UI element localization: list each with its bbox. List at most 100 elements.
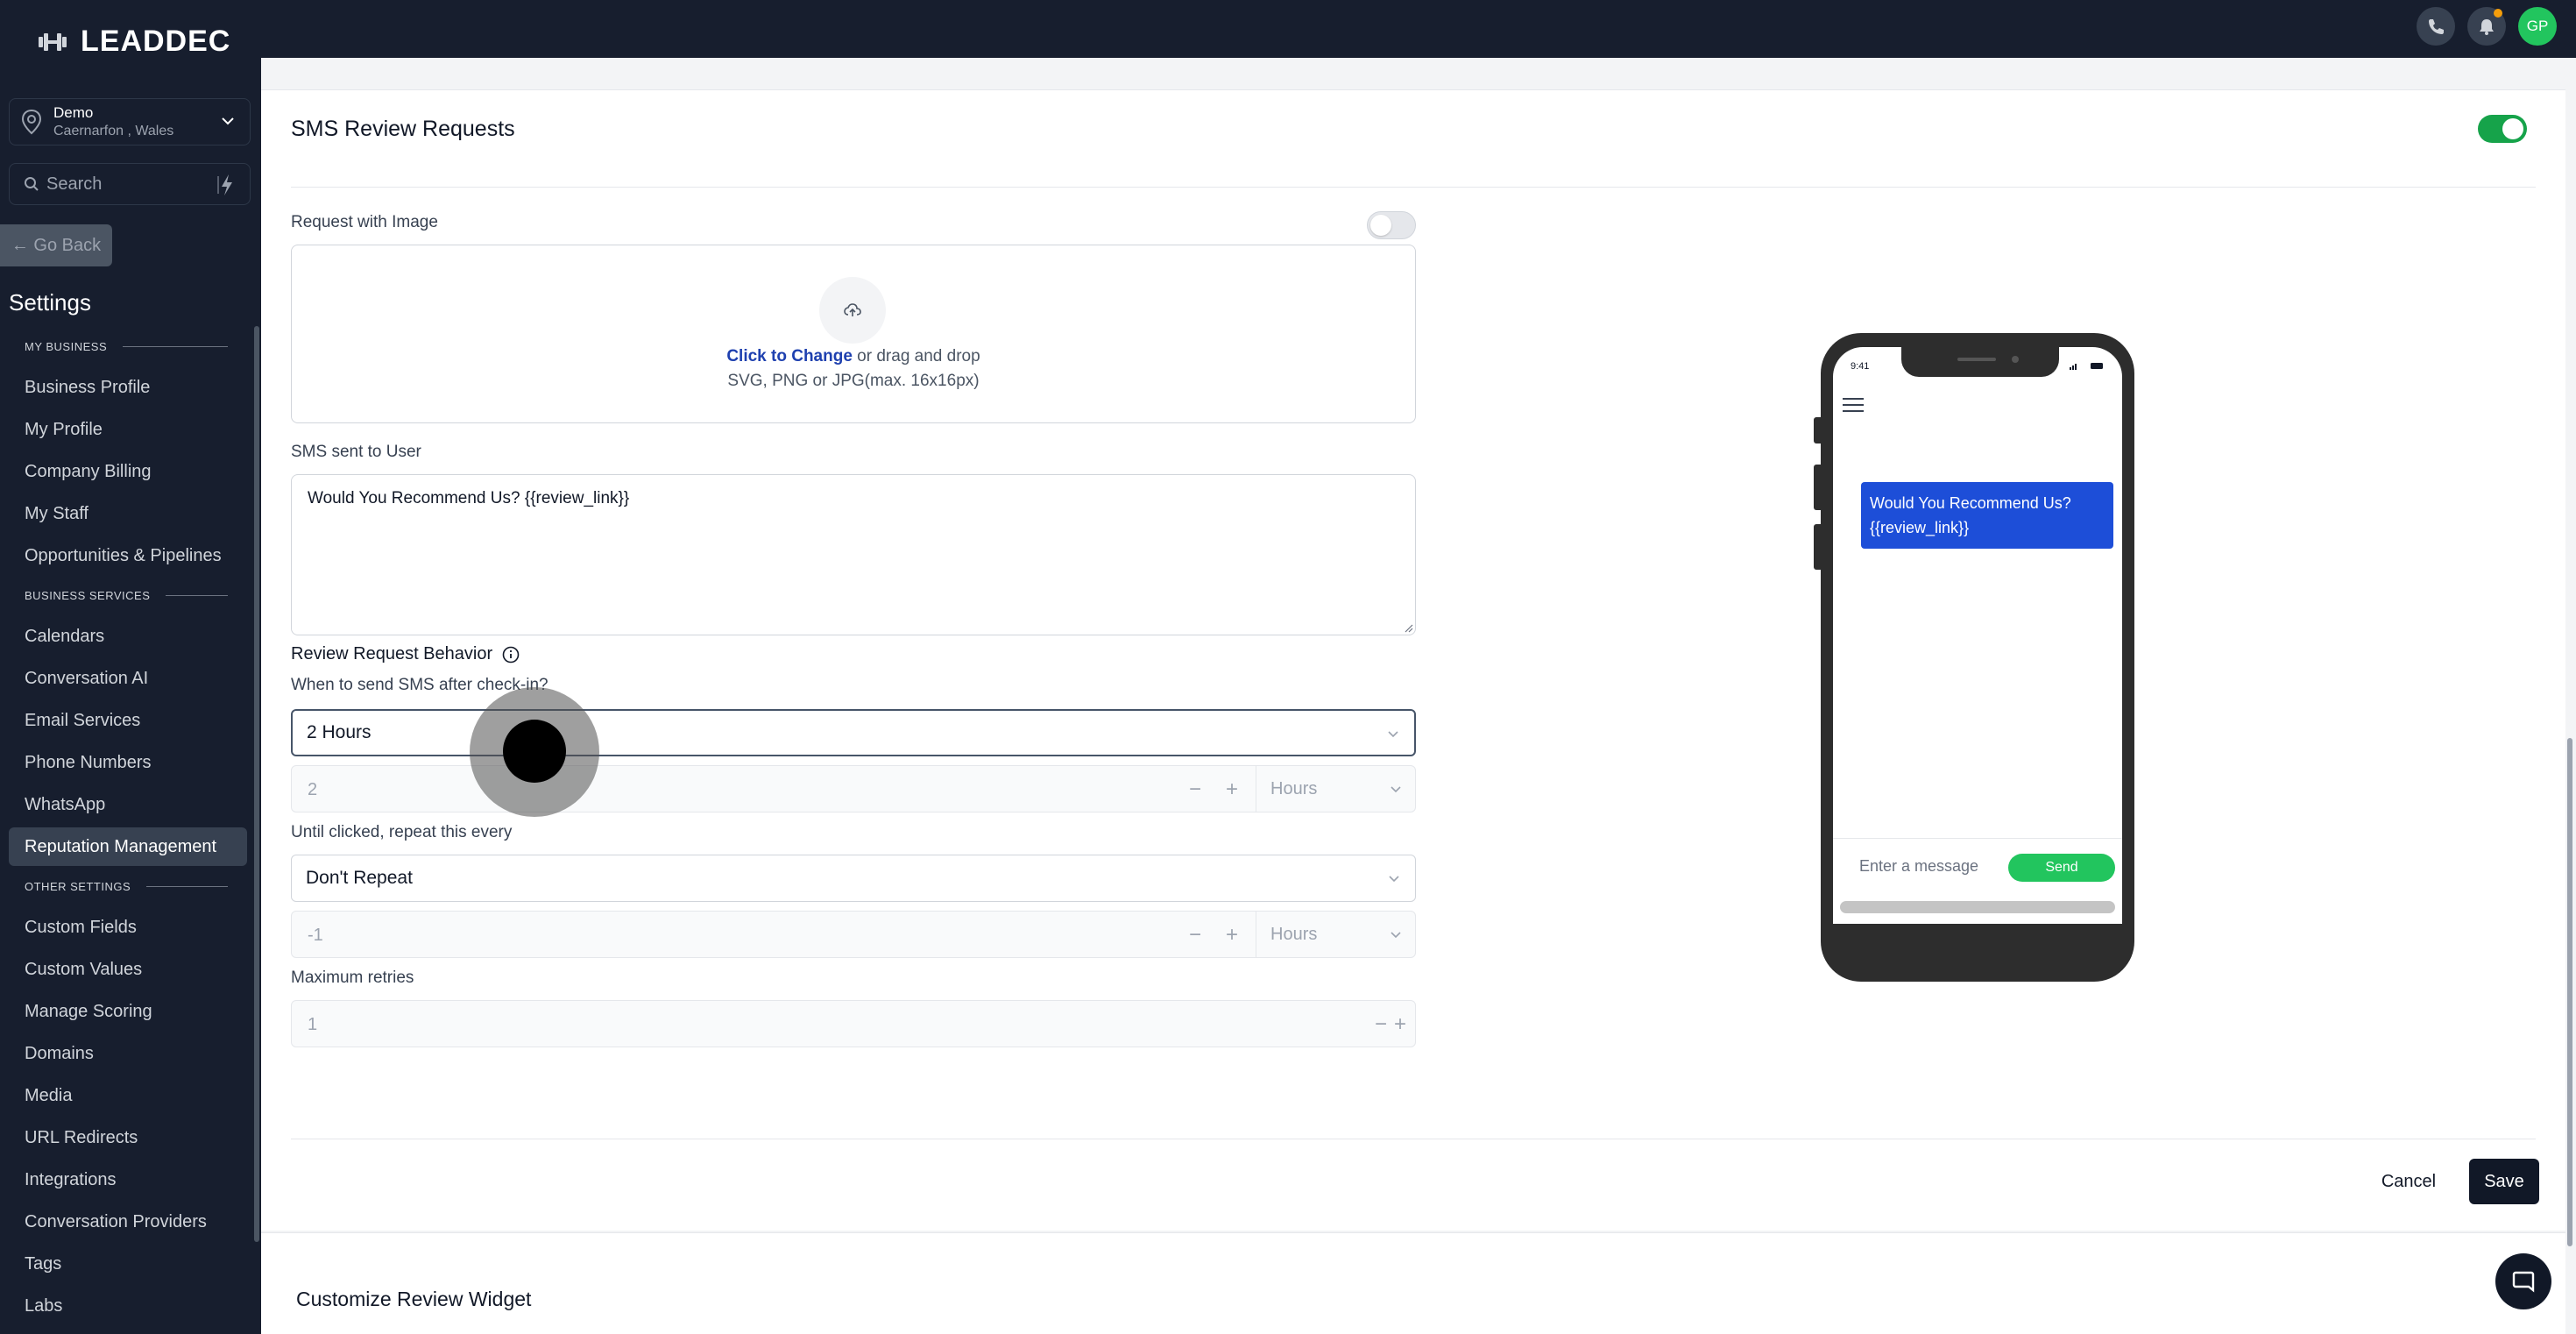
sidebar-item-my-profile[interactable]: My Profile bbox=[9, 410, 247, 449]
image-upload-dropzone[interactable]: Click to Change or drag and drop SVG, PN… bbox=[291, 245, 1416, 423]
sidebar-item-reputation-management[interactable]: Reputation Management bbox=[9, 827, 247, 866]
lightning-icon[interactable] bbox=[215, 173, 237, 197]
map-pin-icon bbox=[21, 109, 42, 135]
sidebar-item-whatsapp[interactable]: WhatsApp bbox=[9, 785, 247, 824]
max-retries-label: Maximum retries bbox=[291, 969, 414, 987]
chevron-down-icon bbox=[222, 117, 234, 125]
behavior-label: Review Request Behavior bbox=[291, 644, 493, 663]
sms-sent-label: SMS sent to User bbox=[291, 443, 421, 461]
bell-icon bbox=[2480, 19, 2494, 35]
sms-message-textarea[interactable]: Would You Recommend Us? {{review_link}} bbox=[291, 474, 1416, 635]
resize-grip-icon[interactable] bbox=[1401, 621, 1413, 633]
increment-button[interactable]: + bbox=[1387, 1011, 1413, 1038]
sidebar-item-custom-fields[interactable]: Custom Fields bbox=[9, 908, 247, 947]
sidebar-item-custom-values[interactable]: Custom Values bbox=[9, 950, 247, 989]
phone-screen: 9:41 Would You Recommend Us? {{review_li… bbox=[1833, 347, 2122, 955]
phone-input-divider bbox=[1833, 838, 2122, 839]
sidebar-scrollbar[interactable] bbox=[254, 326, 259, 1242]
section-header-business-services: BUSINESS SERVICES bbox=[25, 589, 228, 602]
when-to-send-select[interactable]: 2 Hours bbox=[291, 709, 1416, 756]
brand-logo[interactable]: LEADDEC bbox=[37, 25, 230, 59]
notifications-button[interactable] bbox=[2467, 7, 2506, 46]
decrement-button[interactable]: − bbox=[1182, 777, 1208, 803]
chevron-down-icon bbox=[1391, 932, 1401, 939]
menu-icon bbox=[1843, 398, 1864, 412]
location-name: Demo bbox=[53, 104, 94, 121]
sidebar-item-conversation-ai[interactable]: Conversation AI bbox=[9, 659, 247, 698]
phone-bottom-bezel bbox=[1833, 924, 2122, 955]
sidebar-item-conversation-providers[interactable]: Conversation Providers bbox=[9, 1203, 247, 1241]
go-back-button[interactable]: ← Go Back bbox=[0, 224, 112, 266]
upload-hint: SVG, PNG or JPG(max. 16x16px) bbox=[727, 372, 980, 390]
section-header-label: MY BUSINESS bbox=[25, 340, 108, 353]
sidebar-item-domains[interactable]: Domains bbox=[9, 1034, 247, 1073]
phone-notch bbox=[1901, 347, 2059, 377]
behavior-heading: Review Request Behavior bbox=[291, 644, 520, 664]
location-switcher[interactable]: Demo Caernarfon , Wales bbox=[9, 98, 251, 145]
phone-side-button bbox=[1814, 465, 1821, 510]
sidebar-item-email-services[interactable]: Email Services bbox=[9, 701, 247, 740]
sidebar: LEADDEC Demo Caernarfon , Wales Search ←… bbox=[0, 0, 261, 1334]
when-custom-input[interactable]: 2 bbox=[308, 780, 317, 800]
phone-preview: 9:41 Would You Recommend Us? {{review_li… bbox=[1814, 333, 2134, 982]
sidebar-item-my-staff[interactable]: My Staff bbox=[9, 494, 247, 533]
increment-button[interactable]: + bbox=[1219, 922, 1245, 948]
brand-name: LEADDEC bbox=[81, 25, 231, 58]
chevron-down-icon bbox=[1388, 731, 1398, 738]
chat-widget-button[interactable] bbox=[2495, 1253, 2551, 1309]
section-header-my-business: MY BUSINESS bbox=[25, 340, 228, 353]
repeat-select[interactable]: Don't Repeat bbox=[291, 855, 1416, 902]
phone-time: 9:41 bbox=[1851, 361, 1870, 372]
repeat-label: Until clicked, repeat this every bbox=[291, 823, 513, 841]
increment-button[interactable]: + bbox=[1219, 777, 1245, 803]
main-scrollbar[interactable] bbox=[2567, 738, 2572, 1246]
info-icon[interactable] bbox=[501, 645, 520, 664]
request-with-image-toggle[interactable] bbox=[1367, 211, 1416, 239]
repeat-unit-select[interactable]: Hours bbox=[1256, 912, 1417, 957]
sidebar-search[interactable]: Search bbox=[9, 163, 251, 205]
decrement-button[interactable]: − bbox=[1182, 922, 1208, 948]
sms-review-toggle[interactable] bbox=[2478, 115, 2527, 143]
upload-instructions: Click to Change or drag and drop bbox=[292, 347, 1415, 366]
sms-preview-bubble: Would You Recommend Us? {{review_link}} bbox=[1861, 482, 2113, 549]
max-retries-input[interactable]: 1 bbox=[308, 1015, 317, 1035]
sidebar-item-manage-scoring[interactable]: Manage Scoring bbox=[9, 992, 247, 1031]
signal-battery-icon bbox=[2070, 363, 2103, 370]
sidebar-item-media[interactable]: Media bbox=[9, 1076, 247, 1115]
cancel-button[interactable]: Cancel bbox=[2366, 1159, 2452, 1204]
repeat-custom-row: -1 − + Hours bbox=[291, 911, 1416, 958]
save-button[interactable]: Save bbox=[2469, 1159, 2539, 1204]
when-unit-value: Hours bbox=[1270, 778, 1318, 798]
sms-message-text: Would You Recommend Us? {{review_link}} bbox=[308, 489, 630, 507]
sidebar-item-calendars[interactable]: Calendars bbox=[9, 617, 247, 656]
section-title: Customize Review Widget bbox=[296, 1288, 532, 1310]
avatar[interactable]: GP bbox=[2518, 7, 2557, 46]
when-unit-select[interactable]: Hours bbox=[1256, 766, 1417, 812]
section-header-label: BUSINESS SERVICES bbox=[25, 589, 151, 602]
phone-icon bbox=[2429, 19, 2444, 34]
sidebar-item-phone-numbers[interactable]: Phone Numbers bbox=[9, 743, 247, 782]
sidebar-item-company-billing[interactable]: Company Billing bbox=[9, 452, 247, 491]
page-title: SMS Review Requests bbox=[291, 117, 515, 141]
repeat-unit-value: Hours bbox=[1270, 924, 1318, 944]
cursor-dot bbox=[503, 720, 566, 783]
sidebar-item-opportunities-pipelines[interactable]: Opportunities & Pipelines bbox=[9, 536, 247, 575]
section-header-other-settings: OTHER SETTINGS bbox=[25, 880, 228, 893]
phone-scrollbar bbox=[1840, 901, 2115, 913]
repeat-value: Don't Repeat bbox=[306, 868, 413, 888]
search-placeholder: Search bbox=[46, 174, 103, 194]
settings-title: Settings bbox=[9, 289, 91, 316]
repeat-custom-input[interactable]: -1 bbox=[308, 926, 323, 946]
sidebar-item-integrations[interactable]: Integrations bbox=[9, 1160, 247, 1199]
sidebar-item-labs[interactable]: Labs bbox=[9, 1287, 247, 1325]
phone-button[interactable] bbox=[2417, 7, 2455, 46]
click-to-change-link[interactable]: Click to Change bbox=[726, 347, 853, 365]
sidebar-item-business-profile[interactable]: Business Profile bbox=[9, 368, 247, 407]
logo-icon bbox=[39, 32, 67, 51]
upload-button[interactable] bbox=[819, 277, 886, 344]
sidebar-item-url-redirects[interactable]: URL Redirects bbox=[9, 1118, 247, 1157]
search-icon bbox=[25, 177, 39, 191]
chevron-down-icon bbox=[1389, 876, 1399, 883]
sidebar-item-tags[interactable]: Tags bbox=[9, 1245, 247, 1283]
request-with-image-label: Request with Image bbox=[291, 213, 438, 231]
